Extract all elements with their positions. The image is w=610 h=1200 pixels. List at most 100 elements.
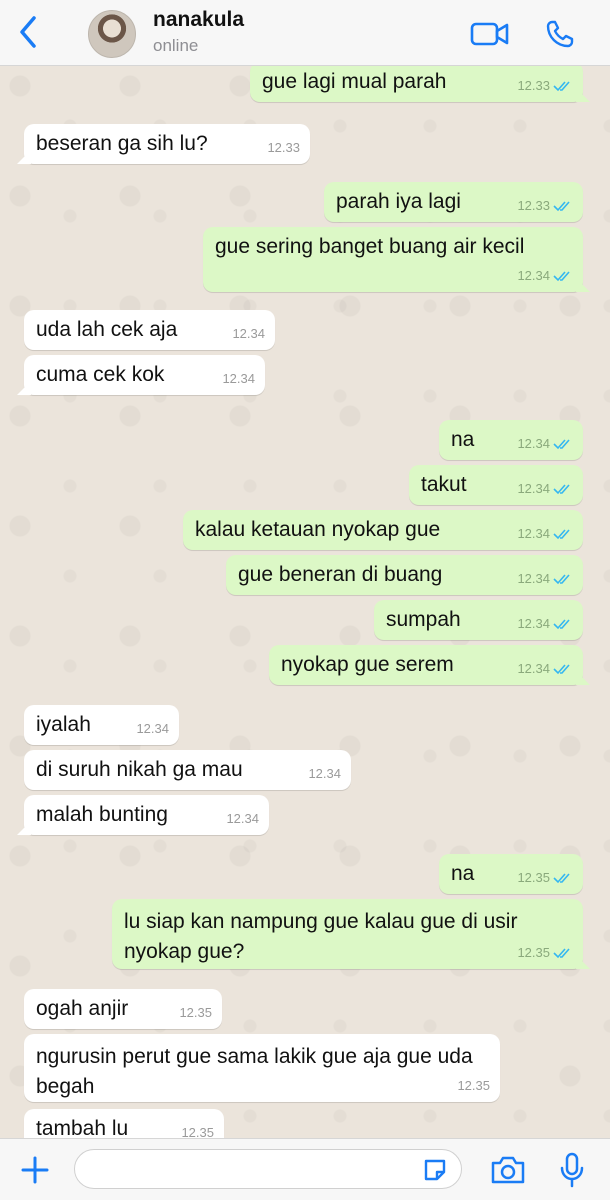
message-time: 12.34 [517, 436, 550, 451]
contact-status: online [153, 36, 199, 55]
camera-button[interactable] [488, 1151, 528, 1189]
message-text: malah bunting [36, 803, 168, 826]
message-meta: 12.35 [457, 1074, 490, 1098]
message-meta: 12.35 [517, 866, 573, 890]
message-meta: 12.34 [226, 807, 259, 831]
camera-icon [491, 1156, 525, 1184]
chevron-left-icon [20, 16, 36, 48]
message-text: na [451, 428, 475, 451]
message-time: 12.34 [517, 481, 550, 496]
message-meta: 12.34 [517, 432, 573, 456]
message-text: cuma cek kok [36, 363, 165, 386]
message-meta: 12.34 [517, 567, 573, 591]
message-text: gue sering banget buang air kecil [215, 235, 525, 258]
message-time: 12.34 [226, 811, 259, 826]
message-outgoing[interactable]: kalau ketauan nyokap gue 12.34 [183, 510, 583, 550]
read-ticks-icon [553, 873, 570, 884]
message-outgoing[interactable]: lu siap kan nampung gue kalau gue di usi… [112, 899, 583, 969]
message-incoming[interactable]: cuma cek kok 12.34 [24, 355, 265, 395]
message-incoming[interactable]: uda lah cek aja 12.34 [24, 310, 275, 350]
video-camera-icon [470, 22, 509, 46]
message-incoming[interactable]: ngurusin perut gue sama lakik gue aja gu… [24, 1034, 500, 1102]
message-text: beseran ga sih lu? [36, 132, 208, 155]
message-time: 12.34 [517, 616, 550, 631]
message-meta: 12.35 [517, 941, 573, 965]
message-time: 12.35 [517, 870, 550, 885]
message-incoming[interactable]: iyalah 12.34 [24, 705, 179, 745]
message-incoming[interactable]: ogah anjir 12.35 [24, 989, 222, 1029]
message-text: nyokap gue serem [281, 653, 454, 676]
message-incoming[interactable]: beseran ga sih lu? 12.33 [24, 124, 310, 164]
read-ticks-icon [553, 664, 570, 675]
message-time: 12.34 [517, 661, 550, 676]
message-meta: 12.34 [222, 367, 255, 391]
message-incoming[interactable]: tambah lu 12.35 [24, 1109, 224, 1138]
message-text: na [451, 862, 475, 885]
voice-call-button[interactable] [540, 14, 580, 54]
read-ticks-icon [553, 529, 570, 540]
sticker-button[interactable] [420, 1155, 450, 1185]
message-incoming[interactable]: malah bunting 12.34 [24, 795, 269, 835]
message-outgoing[interactable]: gue sering banget buang air kecil 12.34 [203, 227, 583, 292]
read-ticks-icon [553, 271, 570, 282]
message-text: uda lah cek aja [36, 318, 178, 341]
plus-icon [21, 1156, 49, 1184]
avatar[interactable] [88, 10, 136, 58]
message-outgoing[interactable]: parah iya lagi 12.33 [324, 182, 583, 222]
message-time: 12.35 [517, 945, 550, 960]
message-time: 12.34 [517, 268, 550, 283]
message-meta: 12.34 [517, 657, 573, 681]
message-outgoing[interactable]: takut 12.34 [409, 465, 583, 505]
read-ticks-icon [553, 439, 570, 450]
message-text: gue lagi mual parah [262, 70, 447, 93]
microphone-icon [560, 1152, 584, 1188]
phone-icon [546, 20, 574, 48]
message-text: tambah lu [36, 1117, 129, 1138]
message-time: 12.34 [517, 571, 550, 586]
message-meta: 12.35 [181, 1121, 214, 1138]
message-time: 12.34 [136, 721, 169, 736]
message-meta: 12.33 [517, 74, 573, 98]
message-text: takut [421, 473, 467, 496]
message-outgoing[interactable]: nyokap gue serem 12.34 [269, 645, 583, 685]
composer-bar [0, 1138, 610, 1200]
message-meta: 12.34 [232, 322, 265, 346]
message-input[interactable] [74, 1149, 462, 1189]
message-outgoing[interactable]: na 12.35 [439, 854, 583, 894]
message-text: sumpah [386, 608, 461, 631]
message-time: 12.33 [517, 198, 550, 213]
message-meta: 12.34 [517, 612, 573, 636]
read-ticks-icon [553, 81, 570, 92]
message-outgoing[interactable]: gue beneran di buang 12.34 [226, 555, 583, 595]
video-call-button[interactable] [468, 14, 512, 54]
message-meta: 12.34 [517, 477, 573, 501]
message-text: parah iya lagi [336, 190, 461, 213]
message-time: 12.35 [179, 1005, 212, 1020]
message-outgoing[interactable]: gue lagi mual parah 12.33 [250, 66, 583, 102]
read-ticks-icon [553, 948, 570, 959]
message-time: 12.34 [308, 766, 341, 781]
voice-message-button[interactable] [552, 1149, 592, 1191]
message-time: 12.33 [517, 78, 550, 93]
message-time: 12.35 [457, 1078, 490, 1093]
message-list[interactable]: gue lagi mual parah 12.33 beseran ga sih… [0, 66, 610, 1138]
message-text: di suruh nikah ga mau [36, 758, 243, 781]
message-meta: 12.35 [179, 1001, 212, 1025]
message-meta: 12.33 [267, 136, 300, 160]
message-time: 12.34 [232, 326, 265, 341]
chat-header: nanakula online [0, 0, 610, 66]
message-text: gue beneran di buang [238, 563, 443, 586]
message-outgoing[interactable]: na 12.34 [439, 420, 583, 460]
back-button[interactable] [10, 14, 46, 50]
contact-name[interactable]: nanakula [153, 8, 244, 32]
message-meta: 12.34 [517, 522, 573, 546]
message-text: kalau ketauan nyokap gue [195, 518, 441, 541]
message-meta: 12.33 [517, 194, 573, 218]
message-outgoing[interactable]: sumpah 12.34 [374, 600, 583, 640]
message-text: ogah anjir [36, 997, 129, 1020]
message-text: iyalah [36, 713, 91, 736]
attach-button[interactable] [14, 1149, 56, 1191]
read-ticks-icon [553, 201, 570, 212]
message-meta: 12.34 [308, 762, 341, 786]
message-incoming[interactable]: di suruh nikah ga mau 12.34 [24, 750, 351, 790]
